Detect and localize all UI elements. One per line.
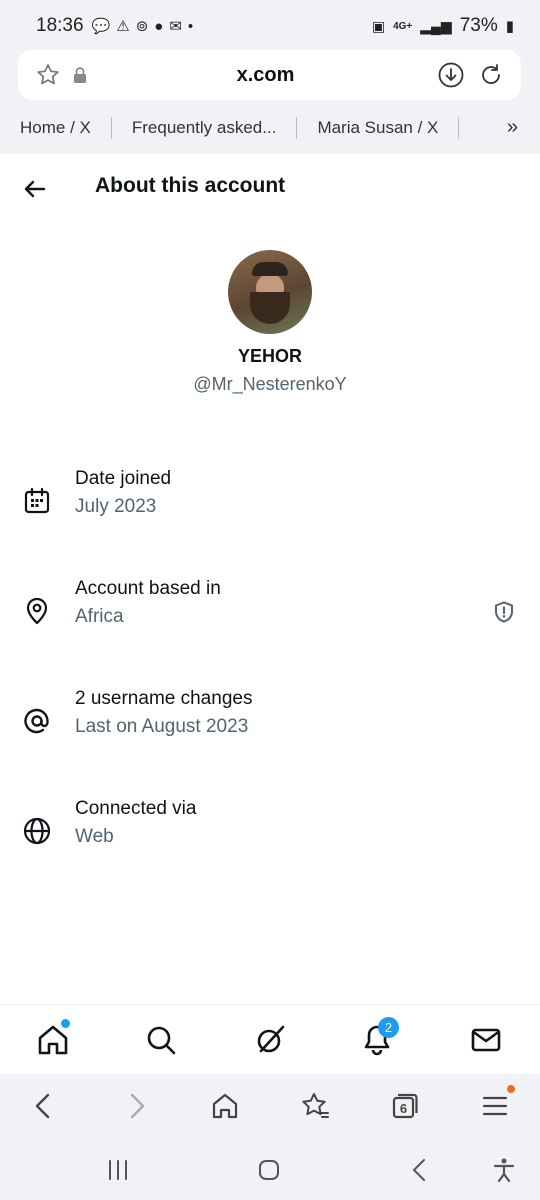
home-unread-dot xyxy=(61,1019,70,1028)
tabs-icon[interactable]: 6 xyxy=(389,1090,421,1122)
page-header: About this account xyxy=(0,154,540,222)
row-label: Date joined xyxy=(75,468,172,489)
more-dot-icon: • xyxy=(187,17,194,35)
row-label: Connected via xyxy=(75,798,197,819)
quick-access-tabs: Home / X Frequently asked... Maria Susan… xyxy=(0,106,540,150)
search-icon[interactable] xyxy=(144,1023,178,1057)
home-icon[interactable] xyxy=(36,1023,70,1057)
menu-icon[interactable] xyxy=(479,1090,511,1122)
profile-handle[interactable]: @Mr_NesterenkoY xyxy=(0,374,540,395)
shield-alert-icon[interactable] xyxy=(492,600,516,624)
clock: 18:36 xyxy=(36,15,84,36)
recent-apps-icon[interactable] xyxy=(104,1156,132,1184)
grok-icon[interactable] xyxy=(253,1023,287,1057)
avatar-hair xyxy=(252,262,288,276)
row-value: Africa xyxy=(75,606,124,627)
battery-saver-icon: ▣ xyxy=(371,17,386,34)
notifications-badge: 2 xyxy=(378,1017,399,1038)
at-sign-icon xyxy=(22,706,52,736)
address-bar[interactable]: x.com xyxy=(18,50,521,100)
row-date-joined: Date joined July 2023 xyxy=(0,466,540,536)
more-tabs-icon[interactable]: » xyxy=(507,116,518,139)
quick-tab-home[interactable]: Home / X xyxy=(0,117,112,139)
row-label: 2 username changes xyxy=(75,688,253,709)
row-account-based: Account based in Africa xyxy=(0,576,540,646)
page-content: About this account YEHOR @Mr_NesterenkoY… xyxy=(0,154,540,1004)
reload-icon[interactable] xyxy=(475,59,507,91)
mail-icon: ✉ xyxy=(169,18,182,35)
location-pin-icon xyxy=(22,596,52,626)
account-icon: ● xyxy=(154,17,164,35)
browser-home-icon[interactable] xyxy=(209,1090,241,1122)
row-value: Last on August 2023 xyxy=(75,716,249,737)
chat-icon: 💬 xyxy=(91,18,111,35)
row-value: July 2023 xyxy=(75,496,157,517)
status-bar: 18:36 💬 ⚠ ⊚ ● ✉ • ▣ 4G+ ▂▄▆ 73% ▮ xyxy=(0,0,540,52)
page-title: About this account xyxy=(95,174,286,197)
notification-icons: 💬 ⚠ ⊚ ● ✉ • xyxy=(91,17,194,36)
status-right: ▣ 4G+ ▂▄▆ 73% ▮ xyxy=(372,15,514,37)
system-navigation xyxy=(0,1138,540,1200)
system-back-icon[interactable] xyxy=(406,1156,434,1184)
status-left: 18:36 💬 ⚠ ⊚ ● ✉ • xyxy=(36,15,193,37)
row-value: Web xyxy=(75,826,114,847)
lock-icon xyxy=(64,59,96,91)
browser-toolbar: 6 xyxy=(0,1074,540,1138)
globe-icon xyxy=(22,816,52,846)
accessibility-icon[interactable] xyxy=(490,1156,518,1184)
messages-mail-icon[interactable] xyxy=(469,1023,503,1057)
quick-tab-faq[interactable]: Frequently asked... xyxy=(112,117,298,139)
url-text[interactable]: x.com xyxy=(96,64,435,87)
row-connected-via: Connected via Web xyxy=(0,796,540,866)
car-logo-icon: ⊚ xyxy=(135,18,149,35)
battery-percent: 73% xyxy=(459,15,498,36)
profile-name: YEHOR xyxy=(237,346,302,366)
bookmark-star-icon[interactable] xyxy=(32,59,64,91)
system-home-icon[interactable] xyxy=(255,1156,283,1184)
signal-icon: ▂▄▆ xyxy=(420,17,452,34)
back-arrow-icon[interactable] xyxy=(20,174,50,204)
warning-icon: ⚠ xyxy=(116,18,130,35)
network-type: 4G+ xyxy=(393,20,413,32)
tab-count: 6 xyxy=(400,1101,407,1116)
bottom-navigation: 2 xyxy=(0,1004,540,1074)
battery-icon: ▮ xyxy=(505,18,514,35)
menu-alert-dot xyxy=(507,1085,515,1093)
calendar-icon xyxy=(22,486,52,516)
avatar-beard xyxy=(250,292,290,324)
row-label: Account based in xyxy=(75,578,221,599)
bookmarks-icon[interactable] xyxy=(299,1090,331,1122)
browser-forward-icon[interactable] xyxy=(120,1090,152,1122)
avatar[interactable] xyxy=(228,250,312,334)
quick-tab-maria[interactable]: Maria Susan / X xyxy=(297,117,460,139)
row-username-changes: 2 username changes Last on August 2023 xyxy=(0,686,540,756)
download-icon[interactable] xyxy=(435,59,467,91)
browser-back-icon[interactable] xyxy=(28,1090,60,1122)
